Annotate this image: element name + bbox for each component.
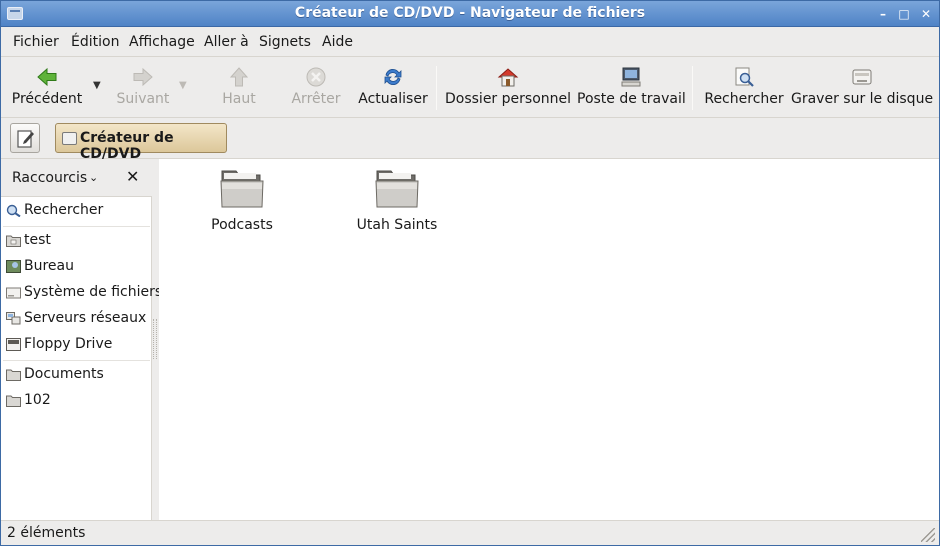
home-folder-icon [6,235,21,247]
chevron-down-icon: ▼ [179,80,187,91]
reload-button[interactable]: Actualiser [357,58,429,118]
status-text: 2 éléments [7,525,86,541]
file-browser-window: Créateur de CD/DVD - Navigateur de fichi… [0,0,940,546]
sidebar-divider [3,226,150,227]
window-title: Créateur de CD/DVD - Navigateur de fichi… [294,5,646,21]
toolbar-separator [692,66,693,110]
network-icon [6,312,21,325]
sidebar-view-selector[interactable]: Raccourcis [12,170,87,186]
menu-signets[interactable]: Signets [259,34,311,50]
menu-affichage[interactable]: Affichage [129,34,195,50]
up-button[interactable]: Haut [213,58,265,118]
sidebar-item-test[interactable]: test [1,228,152,254]
sidebar: Raccourcis ⌄ ✕ Rechercher test Bureau Sy… [1,159,162,520]
toolbar: Précédent ▼ Suivant ▼ Haut Arrêter Actua… [1,58,939,118]
maximize-icon[interactable]: □ [896,6,912,22]
file-item-utah-saints[interactable]: Utah Saints [337,167,457,233]
sidebar-resize-handle[interactable] [153,319,157,359]
folder-icon [375,170,419,208]
stop-icon [306,67,326,87]
forward-history-dropdown[interactable]: ▼ [177,58,191,118]
reload-icon [384,69,402,85]
menu-aller-a[interactable]: Aller à [204,34,249,50]
sidebar-item-documents[interactable]: Documents [1,362,152,388]
desktop-icon [6,260,21,273]
home-button[interactable]: Dossier personnel [445,58,571,118]
folder-icon [6,369,21,381]
back-button[interactable]: Précédent [5,58,89,118]
location-bar: Créateur de CD/DVD [1,119,939,162]
burn-disc-button[interactable]: Graver sur le disque [791,58,933,118]
drive-icon [6,287,21,299]
sidebar-item-102[interactable]: 102 [1,388,152,414]
minimize-icon[interactable]: – [875,6,891,22]
path-button-current[interactable]: Créateur de CD/DVD [55,123,227,162]
toggle-location-entry-button[interactable] [10,123,40,153]
file-name: Podcasts [211,217,273,233]
folder-icon [220,170,264,208]
back-history-dropdown[interactable]: ▼ [91,58,105,118]
close-sidebar-icon[interactable]: ✕ [126,167,139,186]
menu-edition[interactable]: Édition [71,34,119,50]
sidebar-item-serveurs-reseaux[interactable]: Serveurs réseaux [1,306,152,332]
sidebar-item-floppy-drive[interactable]: Floppy Drive [1,332,152,358]
cd-burner-icon [62,132,77,145]
search-button[interactable]: Rechercher [701,58,787,118]
cd-burner-icon [852,69,872,85]
forward-button[interactable]: Suivant [111,58,175,118]
search-icon [6,204,21,217]
sidebar-item-rechercher[interactable]: Rechercher [1,198,152,224]
sidebar-item-bureau[interactable]: Bureau [1,254,152,280]
chevron-down-icon[interactable]: ⌄ [89,171,98,184]
folder-icon [6,395,21,407]
sidebar-item-systeme-de-fichiers[interactable]: Système de fichiers [1,280,162,306]
resize-grip-icon[interactable] [921,528,935,542]
computer-button[interactable]: Poste de travail [577,58,686,118]
computer-icon [621,67,641,87]
file-item-podcasts[interactable]: Podcasts [182,167,302,233]
title-bar[interactable]: Créateur de CD/DVD - Navigateur de fichi… [1,1,939,27]
forward-arrow-icon [133,67,153,87]
stop-button[interactable]: Arrêter [285,58,347,118]
toolbar-separator [436,66,437,110]
up-arrow-icon [229,67,249,87]
menu-fichier[interactable]: Fichier [13,34,59,50]
sidebar-header: Raccourcis ⌄ ✕ [1,159,152,197]
search-icon [735,67,754,87]
sidebar-divider [3,360,150,361]
file-name: Utah Saints [356,217,438,233]
status-bar: 2 éléments [1,520,939,545]
floppy-icon [6,338,21,351]
home-icon [497,68,519,87]
chevron-down-icon: ▼ [93,80,101,91]
menu-bar: Fichier Édition Affichage Aller à Signet… [1,27,939,57]
file-view[interactable]: Podcasts Utah Saints [159,159,939,520]
menu-aide[interactable]: Aide [322,34,353,50]
edit-icon [17,130,34,148]
close-icon[interactable]: ✕ [918,6,934,22]
back-arrow-icon [37,67,57,87]
